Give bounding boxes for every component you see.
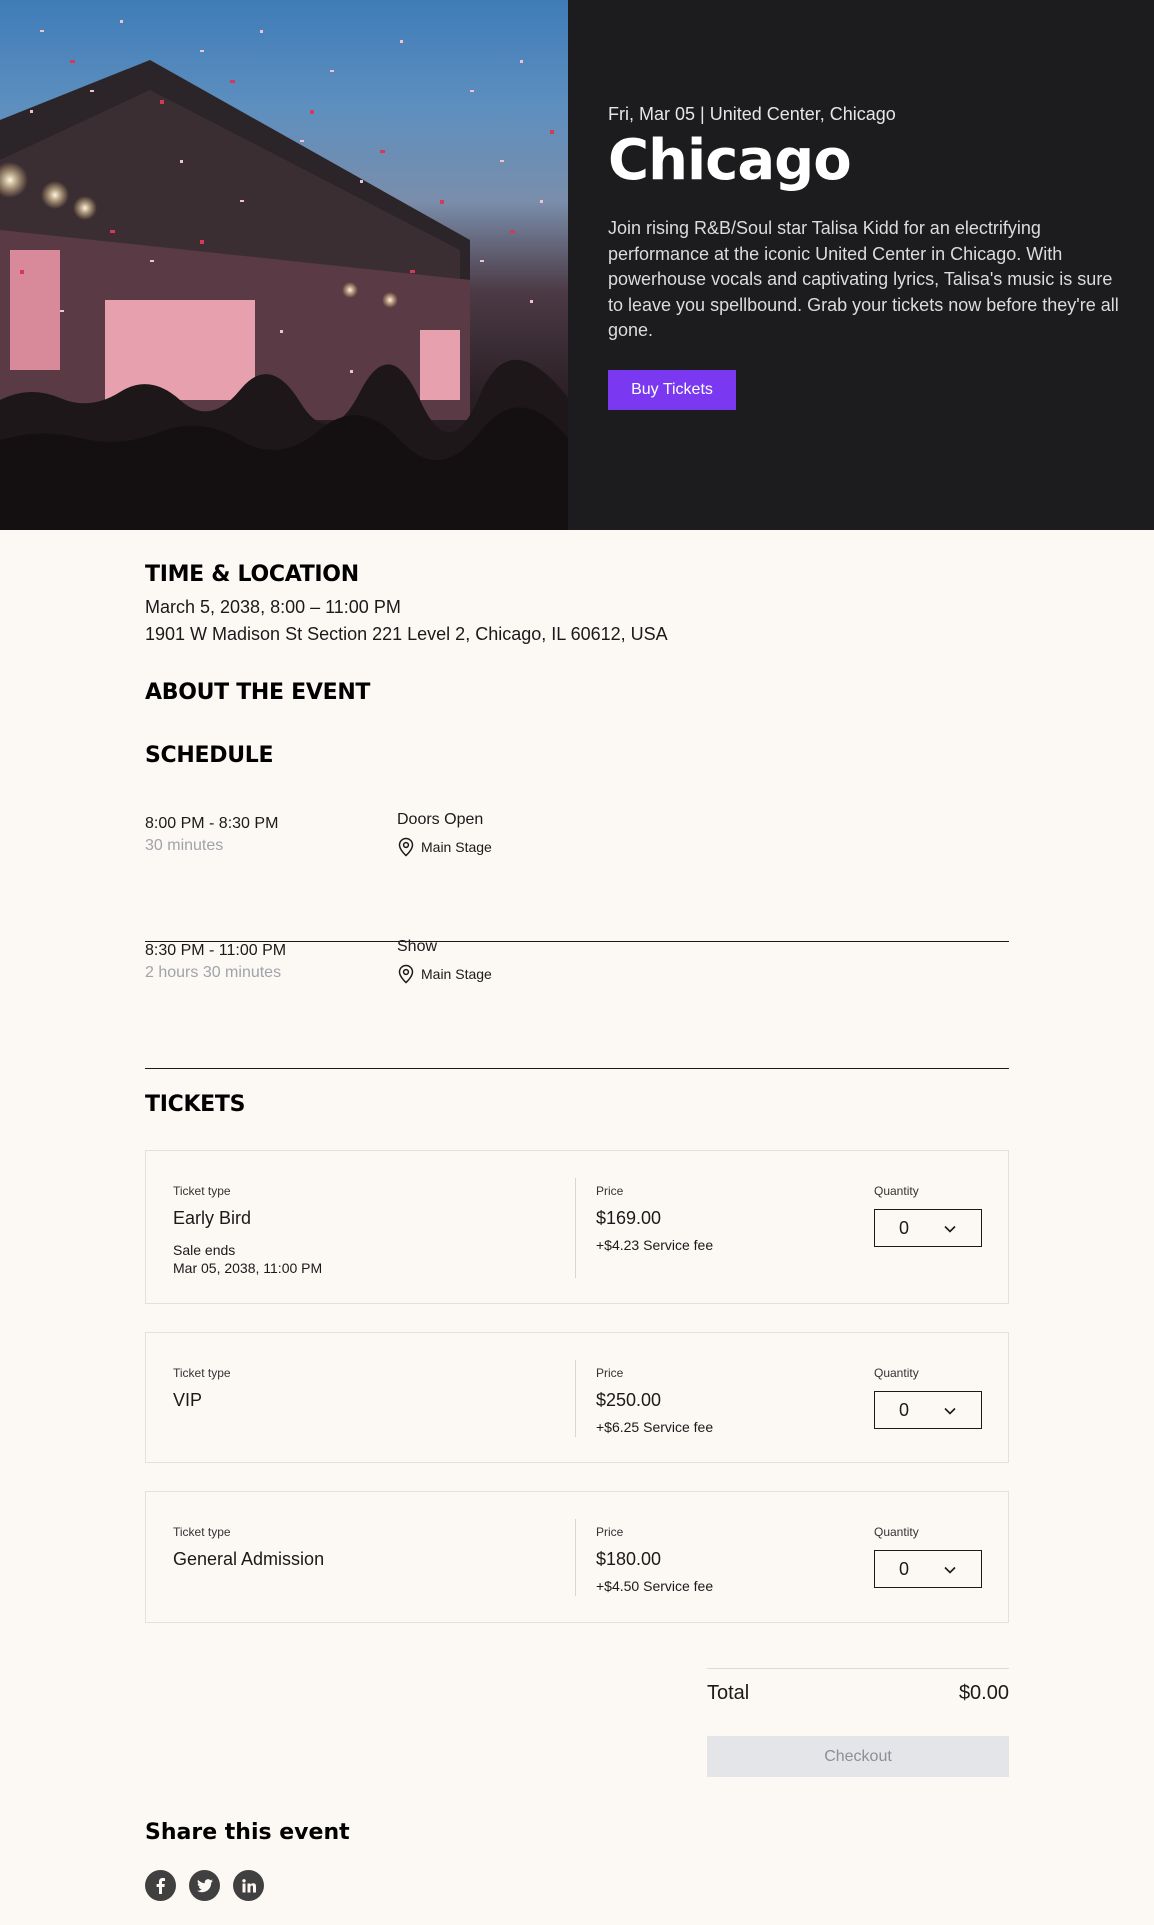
share-heading: Share this event (145, 1820, 350, 1845)
schedule-title: Show (397, 938, 438, 955)
chevron-down-icon (944, 1566, 956, 1574)
location-pin-icon (398, 837, 414, 857)
quantity-label: Quantity (874, 1184, 919, 1198)
quantity-value: 0 (899, 1217, 910, 1238)
schedule-time: 8:30 PM - 11:00 PM (145, 942, 287, 959)
ticket-price: $180.00 (596, 1549, 662, 1569)
schedule-time: 8:00 PM - 8:30 PM (145, 815, 279, 832)
chevron-down-icon (944, 1407, 956, 1415)
quantity-select[interactable]: 0 (874, 1391, 982, 1429)
schedule-location: Main Stage (397, 837, 492, 857)
event-date-venue: Fri, Mar 05 | United Center, Chicago (608, 104, 896, 124)
total-label: Total (707, 1682, 750, 1704)
ticket-divider (575, 1360, 576, 1437)
ticket-name: General Admission (173, 1549, 325, 1569)
twitter-glyph (196, 1878, 213, 1892)
event-hero: Fri, Mar 05 | United Center, Chicago Chi… (0, 0, 1154, 530)
time-location-heading: TIME & LOCATION (145, 562, 359, 587)
facebook-glyph (156, 1877, 165, 1894)
ticket-card-vip: Ticket type VIP Price $250.00 +$6.25 Ser… (145, 1332, 1009, 1463)
schedule-item: 8:30 PM - 11:00 PM 2 hours 30 minutes Sh… (145, 938, 1009, 1069)
buy-tickets-button[interactable]: Buy Tickets (608, 370, 736, 410)
service-fee: +$6.25 Service fee (596, 1419, 714, 1435)
chevron-down-icon (944, 1225, 956, 1233)
sale-ends-date: Mar 05, 2038, 11:00 PM (173, 1260, 323, 1276)
hero-info-panel: Fri, Mar 05 | United Center, Chicago Chi… (568, 0, 1154, 530)
ticket-type-label: Ticket type (173, 1525, 231, 1539)
schedule-location-label: Main Stage (421, 966, 492, 982)
about-heading: ABOUT THE EVENT (145, 680, 371, 705)
schedule-item: 8:00 PM - 8:30 PM 30 minutes Doors Open … (145, 811, 1009, 942)
quantity-value: 0 (899, 1558, 910, 1579)
twitter-icon[interactable] (189, 1870, 220, 1901)
schedule-heading: SCHEDULE (145, 743, 274, 768)
quantity-label: Quantity (874, 1366, 919, 1380)
event-date-time: March 5, 2038, 8:00 – 11:00 PM (145, 597, 401, 617)
price-label: Price (596, 1525, 624, 1539)
schedule-duration: 2 hours 30 minutes (145, 964, 282, 981)
quantity-select[interactable]: 0 (874, 1550, 982, 1588)
price-label: Price (596, 1184, 624, 1198)
tickets-heading: TICKETS (145, 1092, 246, 1117)
price-label: Price (596, 1366, 624, 1380)
ticket-price: $169.00 (596, 1208, 662, 1228)
linkedin-glyph (241, 1878, 256, 1892)
checkout-button[interactable]: Checkout (707, 1736, 1009, 1777)
service-fee: +$4.23 Service fee (596, 1237, 714, 1253)
quantity-label: Quantity (874, 1525, 919, 1539)
facebook-icon[interactable] (145, 1870, 176, 1901)
ticket-divider (575, 1178, 576, 1278)
ticket-divider (575, 1519, 576, 1596)
sale-ends-label: Sale ends (173, 1242, 236, 1258)
ticket-type-label: Ticket type (173, 1366, 231, 1380)
schedule-location-label: Main Stage (421, 839, 492, 855)
location-pin-icon (398, 964, 414, 984)
total-divider (707, 1668, 1009, 1669)
schedule-location: Main Stage (397, 964, 492, 984)
ticket-card-early-bird: Ticket type Early Bird Sale ends Mar 05,… (145, 1150, 1009, 1304)
ticket-price: $250.00 (596, 1390, 662, 1410)
ticket-type-label: Ticket type (173, 1184, 231, 1198)
event-title: Chicago (608, 128, 852, 193)
service-fee: +$4.50 Service fee (596, 1578, 714, 1594)
total-value: $0.00 (958, 1682, 1009, 1704)
quantity-value: 0 (899, 1399, 910, 1420)
ticket-card-general-admission: Ticket type General Admission Price $180… (145, 1491, 1009, 1623)
concert-image-illustration (0, 20, 568, 530)
event-address: 1901 W Madison St Section 221 Level 2, C… (145, 624, 668, 644)
event-description: Join rising R&B/Soul star Talisa Kidd fo… (608, 218, 1119, 340)
quantity-select[interactable]: 0 (874, 1209, 982, 1247)
schedule-duration: 30 minutes (145, 837, 224, 854)
hero-image (0, 0, 568, 530)
ticket-name: Early Bird (173, 1208, 252, 1228)
linkedin-icon[interactable] (233, 1870, 264, 1901)
schedule-title: Doors Open (397, 811, 484, 828)
ticket-name: VIP (173, 1390, 203, 1410)
